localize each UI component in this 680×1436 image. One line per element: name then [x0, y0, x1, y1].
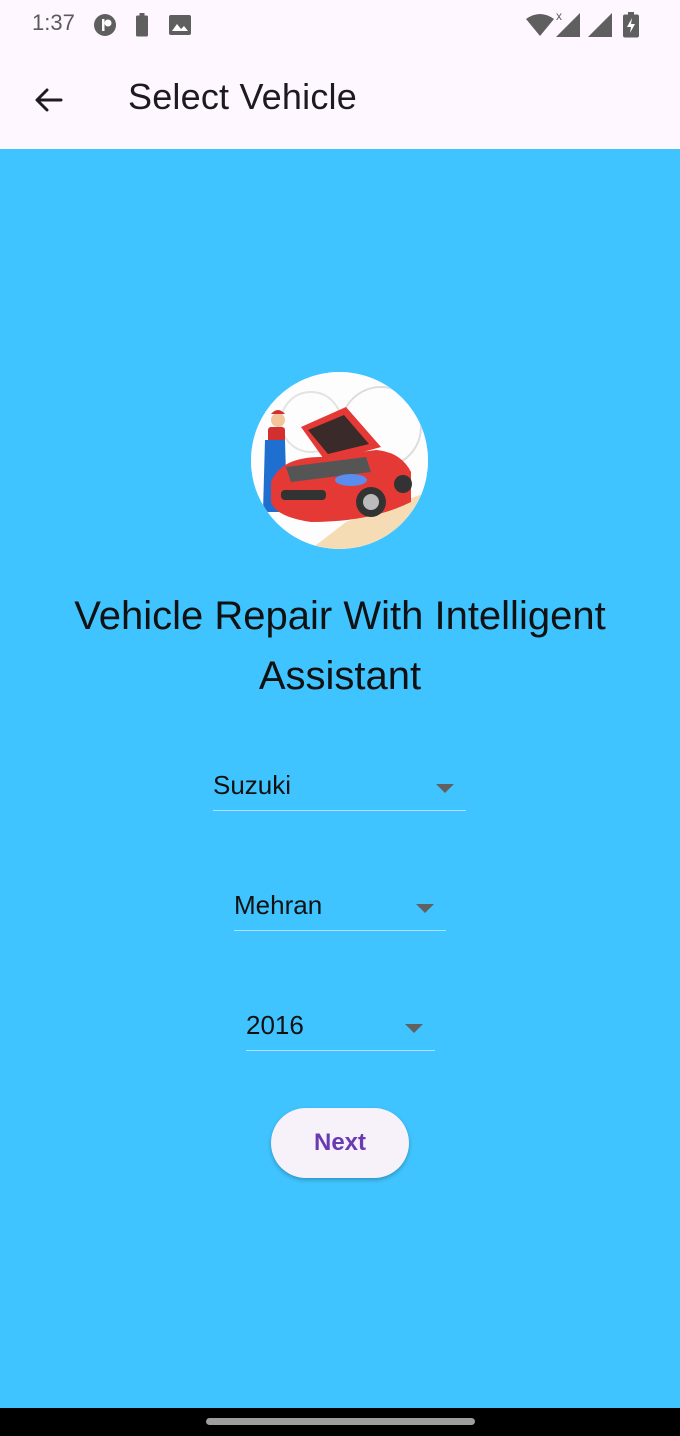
arrow-back-icon — [35, 88, 63, 112]
app-logo — [251, 372, 428, 549]
model-dropdown[interactable]: Mehran — [234, 878, 446, 931]
navigation-bar — [0, 1408, 680, 1436]
wifi-icon — [526, 13, 554, 42]
cell-signal-icon — [588, 13, 612, 42]
battery-charging-icon — [623, 12, 639, 43]
image-icon — [169, 15, 191, 40]
year-dropdown[interactable]: 2016 — [246, 998, 435, 1051]
dropdown-arrow-icon — [436, 784, 454, 793]
battery-saver-icon — [136, 13, 148, 42]
page-title: Select Vehicle — [128, 76, 357, 117]
cell-signal-no-data-icon — [556, 13, 580, 42]
model-dropdown-value: Mehran — [234, 890, 323, 920]
home-gesture-handle[interactable] — [206, 1418, 475, 1425]
back-button[interactable] — [20, 76, 78, 124]
app-notification-icon — [93, 13, 117, 42]
make-dropdown-value: Suzuki — [213, 770, 292, 800]
app-heading: Vehicle Repair With Intelligent Assistan… — [74, 594, 606, 698]
year-dropdown-value: 2016 — [246, 1010, 304, 1040]
app-bar: Select Vehicle — [0, 50, 680, 149]
dropdown-arrow-icon — [416, 904, 434, 913]
status-bar: 1:37 x — [0, 0, 680, 50]
status-time: 1:37 — [32, 10, 75, 35]
next-button[interactable]: Next — [271, 1108, 409, 1178]
car-repair-illustration — [251, 372, 428, 549]
make-dropdown[interactable]: Suzuki — [213, 758, 466, 811]
dropdown-arrow-icon — [405, 1024, 423, 1033]
